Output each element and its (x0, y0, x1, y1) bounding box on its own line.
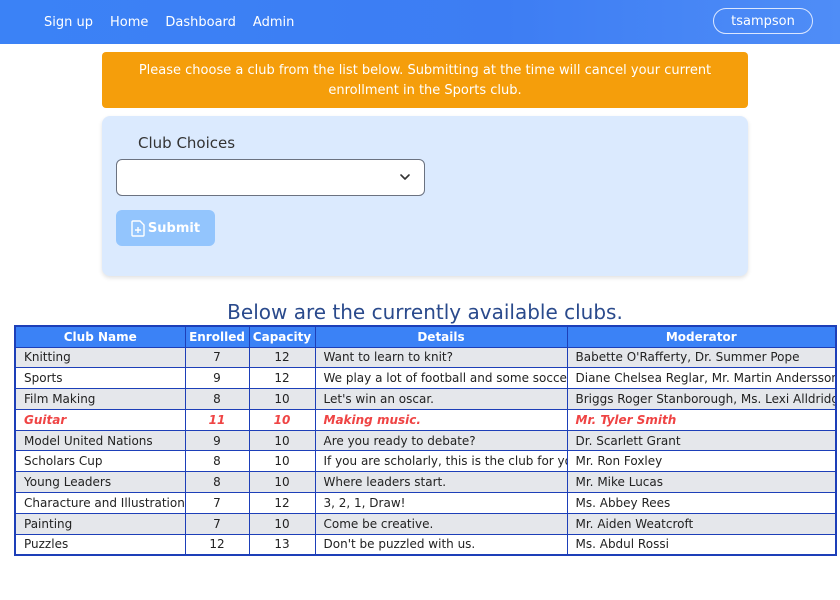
club-choice-form: Club Choices Submit (102, 116, 748, 276)
details-cell: Making music. (314, 408, 568, 431)
details-cell: 3, 2, 1, Draw! (314, 492, 568, 514)
enrolled-cell: 9 (184, 429, 250, 452)
enrolled-cell: 11 (184, 408, 250, 431)
capacity-cell: 10 (248, 429, 316, 452)
moderator-cell: Ms. Abdul Rossi (566, 533, 837, 556)
table-header-row: Club Name Enrolled Capacity Details Mode… (14, 325, 837, 348)
column-header-moderator: Moderator (566, 325, 837, 348)
moderator-cell: Mr. Mike Lucas (566, 471, 837, 494)
club-name-cell: Characture and Illustrations (14, 492, 186, 514)
details-cell: Come be creative. (314, 512, 568, 535)
nav-admin-link[interactable]: Admin (253, 15, 294, 30)
submit-button-label: Submit (147, 220, 201, 236)
moderator-cell: Mr. Ron Foxley (566, 450, 837, 473)
table-row: Characture and Illustrations 7 12 3, 2, … (14, 492, 837, 514)
club-name-cell: Model United Nations (14, 429, 186, 452)
table-row: Young Leaders 8 10 Where leaders start. … (14, 471, 837, 494)
user-account-button[interactable]: tsampson (713, 8, 813, 34)
column-header-club-name: Club Name (14, 325, 186, 348)
table-row: Film Making 8 10 Let's win an oscar. Bri… (14, 388, 837, 410)
table-row: Sports 9 12 We play a lot of football an… (14, 367, 837, 390)
club-name-cell: Puzzles (14, 533, 186, 556)
capacity-cell: 10 (248, 471, 316, 494)
enrolled-cell: 8 (184, 450, 250, 473)
nav-sign-up-link[interactable]: Sign up (44, 15, 93, 30)
enrolled-cell: 8 (184, 471, 250, 494)
clubs-table: Club Name Enrolled Capacity Details Mode… (14, 325, 837, 556)
club-name-cell: Film Making (14, 388, 186, 410)
moderator-cell: Diane Chelsea Reglar, Mr. Martin Anderss… (566, 367, 837, 390)
moderator-cell: Briggs Roger Stanborough, Ms. Lexi Alldr… (566, 388, 837, 410)
club-name-cell: Young Leaders (14, 471, 186, 494)
navbar: Sign up Home Dashboard Admin tsampson (0, 0, 840, 44)
capacity-cell: 10 (248, 388, 316, 410)
moderator-cell: Mr. Aiden Weatcroft (566, 512, 837, 535)
table-row: Painting 7 10 Come be creative. Mr. Aide… (14, 512, 837, 535)
club-name-cell: Painting (14, 512, 186, 535)
moderator-cell: Dr. Scarlett Grant (566, 429, 837, 452)
enrolled-cell: 8 (184, 388, 250, 410)
details-cell: Where leaders start. (314, 471, 568, 494)
enrolled-cell: 7 (184, 492, 250, 514)
capacity-cell: 10 (248, 408, 316, 431)
moderator-cell: Ms. Abbey Rees (566, 492, 837, 514)
nav-home-link[interactable]: Home (110, 15, 148, 30)
table-row: Scholars Cup 8 10 If you are scholarly, … (14, 450, 837, 473)
capacity-cell: 10 (248, 512, 316, 535)
enrolled-cell: 9 (184, 367, 250, 390)
club-choices-label: Club Choices (138, 134, 236, 152)
table-row: Model United Nations 9 10 Are you ready … (14, 429, 837, 452)
details-cell: Don't be puzzled with us. (314, 533, 568, 556)
details-cell: Want to learn to knit? (314, 346, 568, 369)
nav-dashboard-link[interactable]: Dashboard (165, 15, 236, 30)
capacity-cell: 13 (248, 533, 316, 556)
capacity-cell: 10 (248, 450, 316, 473)
file-plus-icon (131, 219, 145, 237)
club-name-cell: Guitar (14, 408, 186, 431)
details-cell: Are you ready to debate? (314, 429, 568, 452)
column-header-capacity: Capacity (248, 325, 316, 348)
club-name-cell: Sports (14, 367, 186, 390)
details-cell: Let's win an oscar. (314, 388, 568, 410)
moderator-cell: Mr. Tyler Smith (566, 408, 837, 431)
details-cell: If you are scholarly, this is the club f… (314, 450, 568, 473)
enrolled-cell: 7 (184, 346, 250, 369)
details-cell: We play a lot of football and some socce… (314, 367, 568, 390)
clubs-section-title: Below are the currently available clubs. (227, 300, 623, 324)
table-row: Puzzles 12 13 Don't be puzzled with us. … (14, 533, 837, 556)
enrollment-warning-alert: Please choose a club from the list below… (102, 52, 748, 108)
capacity-cell: 12 (248, 346, 316, 369)
submit-button[interactable]: Submit (116, 210, 215, 246)
club-name-cell: Knitting (14, 346, 186, 369)
club-select-dropdown[interactable] (116, 159, 425, 196)
nav-links: Sign up Home Dashboard Admin (44, 15, 311, 30)
table-row-over-capacity: Guitar 11 10 Making music. Mr. Tyler Smi… (14, 408, 837, 431)
column-header-enrolled: Enrolled (184, 325, 250, 348)
enrolled-cell: 7 (184, 512, 250, 535)
capacity-cell: 12 (248, 492, 316, 514)
chevron-down-icon (400, 174, 410, 180)
moderator-cell: Babette O'Rafferty, Dr. Summer Pope (566, 346, 837, 369)
capacity-cell: 12 (248, 367, 316, 390)
table-row: Knitting 7 12 Want to learn to knit? Bab… (14, 346, 837, 369)
column-header-details: Details (314, 325, 568, 348)
enrolled-cell: 12 (184, 533, 250, 556)
club-name-cell: Scholars Cup (14, 450, 186, 473)
